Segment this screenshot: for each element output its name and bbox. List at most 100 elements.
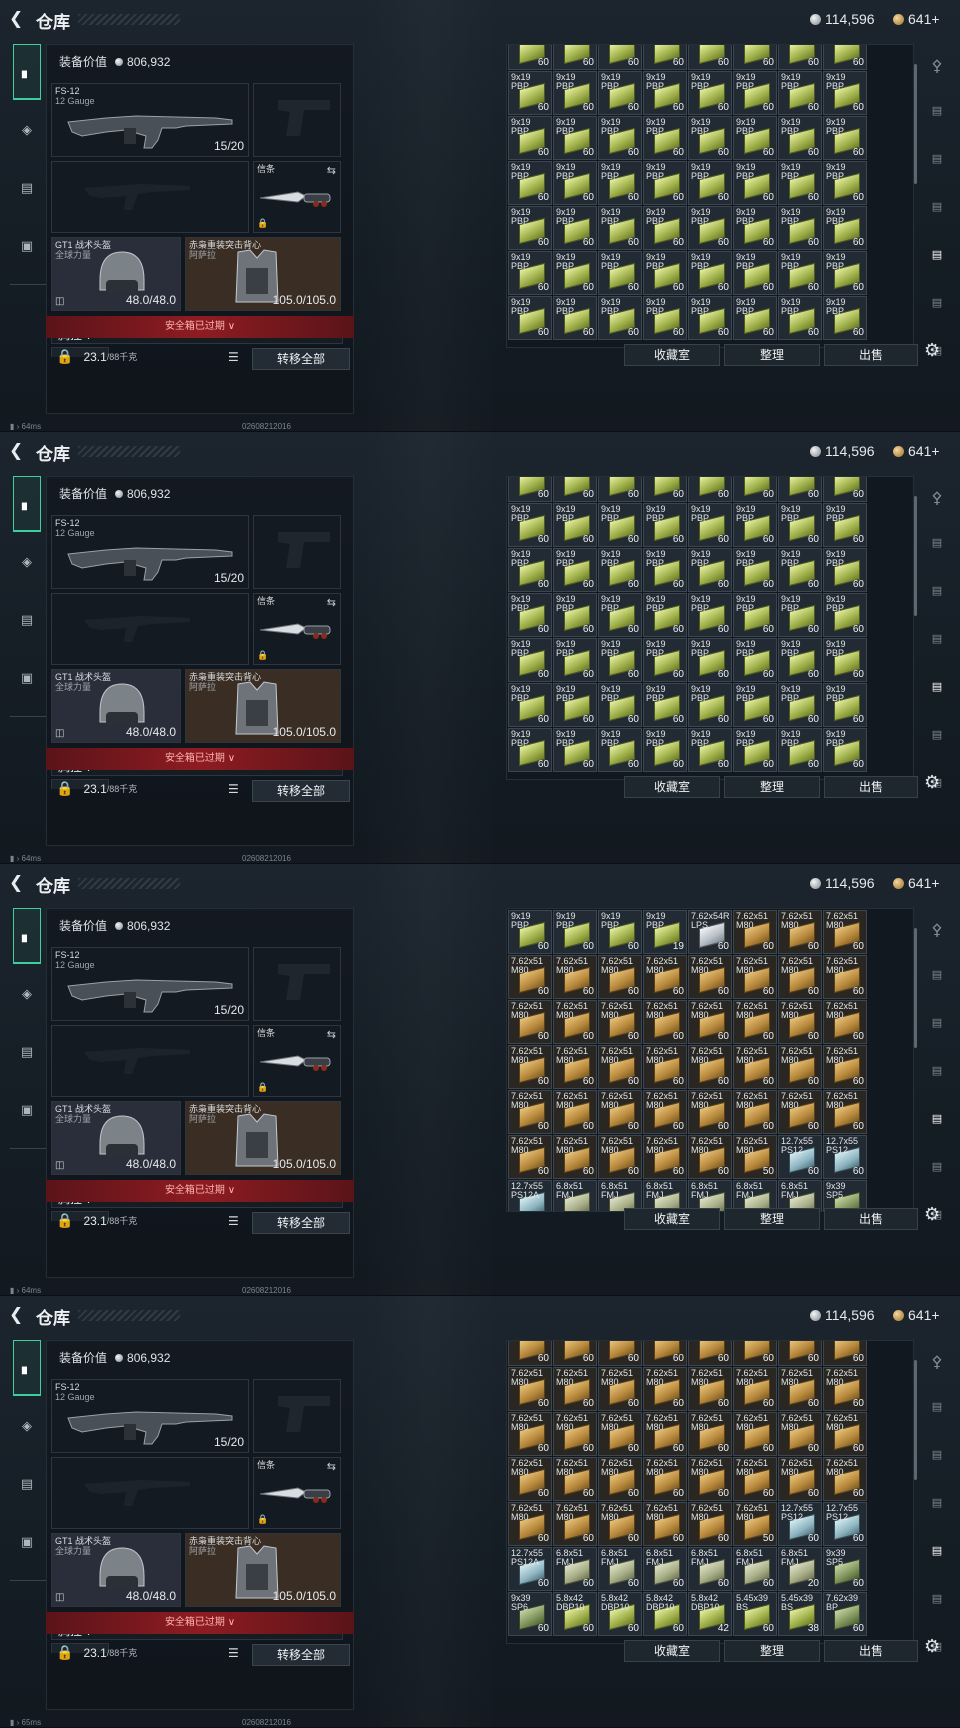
inventory-item[interactable]: 7.62x51 M80 60	[778, 1412, 822, 1456]
inventory-item[interactable]: 7.62x51 M80 60	[688, 1457, 732, 1501]
vault-icon[interactable]: ⚴	[920, 488, 954, 514]
swap-icon[interactable]: ⇆	[327, 164, 336, 177]
inventory-item[interactable]: 9x19 PBP 60	[508, 638, 552, 682]
gold-currency[interactable]: 641+	[893, 443, 940, 459]
silver-currency[interactable]: 114,596	[810, 875, 875, 891]
inventory-item[interactable]: 9x19 PBP 60	[598, 910, 642, 954]
helmet-slot[interactable]: GT1 战术头盔 全球力量 ◫ 48.0/48.0	[51, 237, 181, 311]
inventory-item[interactable]: 9x19 PBP 60	[508, 503, 552, 547]
inventory-item[interactable]: 60	[778, 477, 822, 502]
move-all-button[interactable]: 转移全部	[252, 1644, 350, 1666]
inventory-item[interactable]: 60	[688, 477, 732, 502]
inventory-item[interactable]: 9x19 PBP 60	[643, 161, 687, 205]
inventory-item[interactable]: 7.62x51 M80 60	[778, 910, 822, 954]
move-all-button[interactable]: 转移全部	[252, 780, 350, 802]
inventory-item[interactable]: 60	[778, 1341, 822, 1366]
inventory-item[interactable]: 9x19 PBP 60	[598, 548, 642, 592]
inventory-item[interactable]: 7.62x51 M80 60	[823, 955, 867, 999]
list-icon[interactable]: ☰	[228, 350, 244, 366]
inventory-item[interactable]: 9x19 PBP 60	[733, 71, 777, 115]
inventory-item[interactable]: 7.62x51 M80 60	[823, 1412, 867, 1456]
weapon-tab-icon[interactable]: ▖	[13, 908, 41, 964]
inventory-item[interactable]: 7.62x51 M80 60	[643, 1090, 687, 1134]
inventory-item[interactable]: 7.62x51 M80 60	[508, 1090, 552, 1134]
inventory-item[interactable]: 9x19 PBP 60	[778, 593, 822, 637]
armor-tab-icon[interactable]: ◈	[13, 986, 41, 1008]
inventory-item[interactable]: 7.62x51 M80 60	[688, 1045, 732, 1089]
swap-icon[interactable]: ⇆	[327, 1028, 336, 1041]
weapon-tab-icon[interactable]: ▖	[13, 476, 41, 532]
inventory-item[interactable]: 9x19 PBP 60	[778, 728, 822, 772]
sort-button[interactable]: 整理	[724, 344, 820, 366]
inventory-item[interactable]: 9x19 PBP 60	[733, 116, 777, 160]
briefcase-tab-icon[interactable]: ▣	[13, 670, 41, 692]
inventory-item[interactable]: 7.62x51 M80 60	[688, 1000, 732, 1044]
inventory-item[interactable]: 60	[598, 477, 642, 502]
inventory-item[interactable]: 6.8x51 FMJ 60	[553, 1180, 597, 1211]
inventory-item[interactable]: 5.8x42 DBP10 60	[598, 1592, 642, 1636]
inventory-item[interactable]: 9x19 PBP 60	[643, 683, 687, 727]
inventory-item[interactable]: 9x19 PBP 60	[733, 503, 777, 547]
storage-3-icon[interactable]: ▤	[920, 632, 954, 658]
inventory-item[interactable]: 7.62x51 M80 60	[823, 1090, 867, 1134]
clipboard-tab-icon[interactable]: ▤	[13, 612, 41, 634]
inventory-item[interactable]: 60	[733, 45, 777, 70]
inventory-item[interactable]: 60	[778, 45, 822, 70]
inventory-item[interactable]: 9x19 PBP 60	[553, 728, 597, 772]
inventory-item[interactable]: 7.62x51 M80 60	[553, 1045, 597, 1089]
inventory-item[interactable]: 9x19 PBP 60	[553, 161, 597, 205]
inventory-item[interactable]: 7.62x51 M80 60	[778, 1090, 822, 1134]
inventory-item[interactable]: 7.62x51 M80 60	[643, 1457, 687, 1501]
inventory-item[interactable]: 9x19 PBP 60	[733, 251, 777, 295]
inventory-item[interactable]: 9x19 PBP 60	[688, 116, 732, 160]
inventory-item[interactable]: 5.45x39 BS 38	[778, 1592, 822, 1636]
inventory-item[interactable]: 9x19 PBP 60	[643, 251, 687, 295]
inventory-item[interactable]: 7.62x51 M80 60	[643, 1502, 687, 1546]
inventory-item[interactable]: 7.62x51 M80 60	[823, 1367, 867, 1411]
inventory-item[interactable]: 60	[508, 45, 552, 70]
armor-slot[interactable]: 赤枭重装突击背心 阿萨拉 105.0/105.0	[185, 669, 341, 743]
inventory-item[interactable]: 7.62x51 M80 60	[553, 1090, 597, 1134]
inventory-item[interactable]: 60	[643, 477, 687, 502]
inventory-item[interactable]: 9x19 PBP 60	[553, 503, 597, 547]
inventory-item[interactable]: 9x19 PBP 60	[688, 503, 732, 547]
inventory-item[interactable]: 9x19 PBP 60	[688, 296, 732, 340]
inventory-item[interactable]: 6.8x51 FMJ 60	[553, 1547, 597, 1591]
inventory-item[interactable]: 60	[598, 45, 642, 70]
inventory-item[interactable]: 9x19 PBP 60	[598, 206, 642, 250]
pistol-slot[interactable]	[253, 947, 341, 1021]
inventory-item[interactable]: 6.8x51 FMJ 60	[688, 1547, 732, 1591]
inventory-item[interactable]: 9x19 PBP 60	[733, 638, 777, 682]
weapon-tab-icon[interactable]: ▖	[13, 44, 41, 100]
inventory-item[interactable]: 7.62x51 M80 60	[643, 1135, 687, 1179]
gold-currency[interactable]: 641+	[893, 875, 940, 891]
inventory-item[interactable]: 7.62x51 M80 60	[778, 1045, 822, 1089]
inventory-item[interactable]: 9x19 PBP 60	[508, 910, 552, 954]
inventory-item[interactable]: 9x19 PBP 60	[688, 161, 732, 205]
inventory-item[interactable]: 9x19 PBP 60	[508, 593, 552, 637]
storage-1-icon[interactable]: ▤	[920, 104, 954, 130]
inventory-item[interactable]: 9x19 PBP 60	[733, 296, 777, 340]
inventory-item[interactable]: 9x19 PBP 60	[553, 206, 597, 250]
grid-scrollbar[interactable]	[914, 928, 917, 1048]
inventory-item[interactable]: 7.62x51 M80 60	[643, 1412, 687, 1456]
storage-3-icon[interactable]: ▤	[920, 200, 954, 226]
inventory-item[interactable]: 12.7x55 PS12 60	[823, 1135, 867, 1179]
pistol-slot[interactable]	[253, 515, 341, 589]
safe-box-expired-banner[interactable]: 安全箱已过期 ∨	[46, 748, 354, 770]
inventory-item[interactable]: 7.62x51 M80 60	[643, 1045, 687, 1089]
inventory-item[interactable]: 9x19 PBP 60	[553, 593, 597, 637]
inventory-item[interactable]: 9x19 PBP 60	[778, 548, 822, 592]
gold-currency[interactable]: 641+	[893, 11, 940, 27]
primary-weapon-slot[interactable]: FS-12 12 Gauge 15/20	[51, 83, 249, 157]
inventory-item[interactable]: 60	[508, 1341, 552, 1366]
safe-box-expired-banner[interactable]: 安全箱已过期 ∨	[46, 1180, 354, 1202]
inventory-item[interactable]: 60	[643, 45, 687, 70]
melee-slot[interactable]: 信条 ⇆ 🔒	[253, 1457, 341, 1529]
inventory-item[interactable]: 60	[733, 1341, 777, 1366]
secondary-weapon-slot[interactable]	[51, 1025, 249, 1097]
helmet-slot[interactable]: GT1 战术头盔 全球力量 ◫ 48.0/48.0	[51, 669, 181, 743]
helmet-slot[interactable]: GT1 战术头盔 全球力量 ◫ 48.0/48.0	[51, 1101, 181, 1175]
inventory-item[interactable]: 9x19 PBP 60	[688, 638, 732, 682]
inventory-item[interactable]: 7.62x51 M80 60	[598, 1135, 642, 1179]
